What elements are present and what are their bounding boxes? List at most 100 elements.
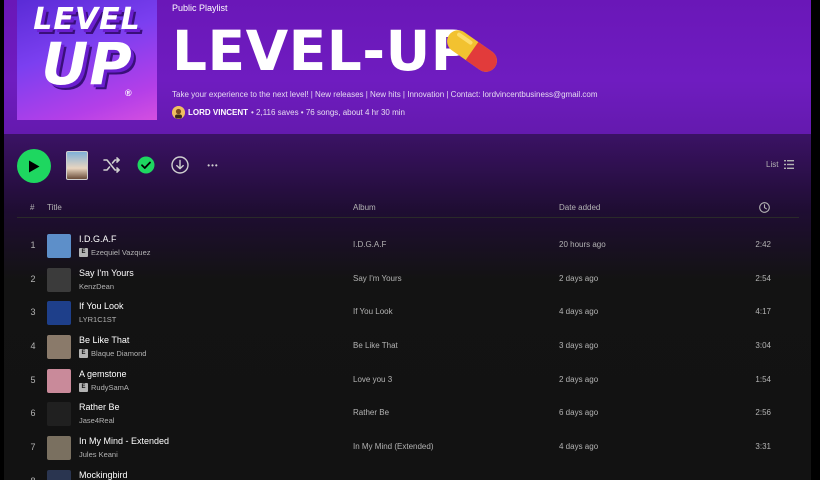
owner-name-link[interactable]: LORD VINCENT — [188, 108, 248, 117]
more-options-button[interactable]: ••• — [203, 155, 223, 175]
artist-name[interactable]: Jase4Real — [79, 416, 114, 425]
track-number: 5 — [30, 375, 36, 385]
saved-toggle-button[interactable] — [136, 155, 156, 175]
track-date-added: 6 days ago — [559, 408, 599, 417]
track-album[interactable]: Rather Be — [353, 408, 389, 417]
pill-emoji-icon — [447, 30, 497, 72]
track-date-added: 2 days ago — [559, 274, 599, 283]
artist-name[interactable]: KenzDean — [79, 282, 114, 291]
table-row[interactable]: 8 Mockingbird — [17, 464, 799, 480]
view-toggle[interactable]: List — [766, 160, 795, 169]
table-row[interactable]: 7 In My Mind - Extended Jules Keani In M… — [17, 430, 799, 464]
artist-name[interactable]: Jules Keani — [79, 450, 118, 459]
track-title[interactable]: Be Like That — [79, 335, 129, 345]
track-duration: 2:56 — [755, 408, 771, 417]
track-artist: E RudySamA — [79, 383, 129, 392]
track-number: 1 — [30, 240, 36, 250]
artist-name[interactable]: Blaque Diamond — [91, 349, 146, 358]
owner-avatar[interactable] — [172, 106, 185, 119]
track-artwork — [47, 402, 71, 426]
download-button[interactable] — [170, 155, 190, 175]
track-title[interactable]: A gemstone — [79, 369, 127, 379]
track-artwork — [47, 268, 71, 292]
track-album[interactable]: If You Look — [353, 307, 393, 316]
window-edge-left — [0, 0, 4, 480]
track-duration: 3:04 — [755, 341, 771, 350]
track-number: 3 — [30, 307, 36, 317]
track-date-added: 20 hours ago — [559, 240, 606, 249]
table-row[interactable]: 6 Rather Be Jase4Real Rather Be 6 days a… — [17, 396, 799, 430]
explicit-badge: E — [79, 383, 88, 392]
track-duration: 4:17 — [755, 307, 771, 316]
track-artist: E Ezequiel Vazquez — [79, 248, 150, 257]
playlist-type-label: Public Playlist — [172, 3, 228, 13]
track-number: 7 — [30, 442, 36, 452]
track-title[interactable]: Rather Be — [79, 402, 120, 412]
track-album[interactable]: Say I'm Yours — [353, 274, 402, 283]
table-row[interactable]: 2 Say I'm Yours KenzDean Say I'm Yours 2… — [17, 262, 799, 296]
track-artwork — [47, 335, 71, 359]
explicit-badge: E — [79, 248, 88, 257]
table-row[interactable]: 1 I.D.G.A.F E Ezequiel Vazquez I.D.G.A.F … — [17, 228, 799, 262]
cover-text-bottom: UP — [41, 30, 133, 98]
table-row[interactable]: 4 Be Like That E Blaque Diamond Be Like T… — [17, 329, 799, 363]
preview-thumbnail-button[interactable] — [66, 151, 88, 180]
playlist-meta: LORD VINCENT • 2,116 saves • 76 songs, a… — [172, 106, 405, 119]
track-album[interactable]: I.D.G.A.F — [353, 240, 386, 249]
track-album[interactable]: Love you 3 — [353, 375, 392, 384]
track-artist: Jules Keani — [79, 450, 118, 459]
track-duration: 2:54 — [755, 274, 771, 283]
shuffle-icon — [103, 157, 120, 173]
playlist-cover[interactable]: LEVEL UP ® — [17, 0, 157, 120]
clock-icon — [759, 202, 770, 213]
artist-name[interactable]: RudySamA — [91, 383, 129, 392]
playlist-description: Take your experience to the next level! … — [172, 90, 598, 99]
track-artwork — [47, 301, 71, 325]
track-artwork — [47, 234, 71, 258]
track-table-header: # Title Album Date added — [17, 200, 799, 218]
track-number: 4 — [30, 341, 36, 351]
playlist-title[interactable]: LEVEL-UP — [172, 21, 472, 81]
track-date-added: 3 days ago — [559, 341, 599, 350]
header-duration[interactable] — [759, 202, 770, 215]
shuffle-button[interactable] — [102, 155, 122, 175]
artist-name[interactable]: Ezequiel Vazquez — [91, 248, 150, 257]
play-button[interactable] — [17, 149, 51, 183]
track-date-added: 4 days ago — [559, 442, 599, 451]
track-title[interactable]: Say I'm Yours — [79, 268, 134, 278]
track-title[interactable]: In My Mind - Extended — [79, 436, 169, 446]
track-artist: Jase4Real — [79, 416, 114, 425]
track-date-added: 4 days ago — [559, 307, 599, 316]
track-duration: 1:54 — [755, 375, 771, 384]
track-artist: KenzDean — [79, 282, 114, 291]
track-album[interactable]: Be Like That — [353, 341, 398, 350]
track-album[interactable]: In My Mind (Extended) — [353, 442, 433, 451]
track-title[interactable]: I.D.G.A.F — [79, 234, 117, 244]
artist-name[interactable]: LYR1C1ST — [79, 315, 116, 324]
header-album[interactable]: Album — [353, 203, 376, 212]
play-icon — [29, 160, 40, 172]
header-number: # — [30, 203, 35, 212]
header-title[interactable]: Title — [47, 203, 62, 212]
track-artwork — [47, 436, 71, 460]
track-number: 8 — [17, 476, 49, 480]
track-number: 6 — [30, 408, 36, 418]
track-title[interactable]: If You Look — [79, 301, 124, 311]
track-artwork — [47, 470, 71, 480]
track-duration: 3:31 — [755, 442, 771, 451]
table-row[interactable]: 5 A gemstone E RudySamA Love you 3 2 days… — [17, 363, 799, 397]
table-row[interactable]: 3 If You Look LYR1C1ST If You Look 4 day… — [17, 295, 799, 329]
track-date-added: 2 days ago — [559, 375, 599, 384]
header-date-added[interactable]: Date added — [559, 203, 600, 212]
cover-registered-mark: ® — [125, 88, 132, 98]
track-title[interactable]: Mockingbird — [79, 470, 128, 480]
window-edge-right — [811, 0, 820, 480]
track-artist: E Blaque Diamond — [79, 349, 146, 358]
list-icon — [784, 160, 795, 169]
track-number: 2 — [30, 274, 36, 284]
explicit-badge: E — [79, 349, 88, 358]
track-artist: LYR1C1ST — [79, 315, 116, 324]
track-artwork — [47, 369, 71, 393]
view-label: List — [766, 160, 779, 169]
avatar-face-icon — [172, 106, 185, 119]
